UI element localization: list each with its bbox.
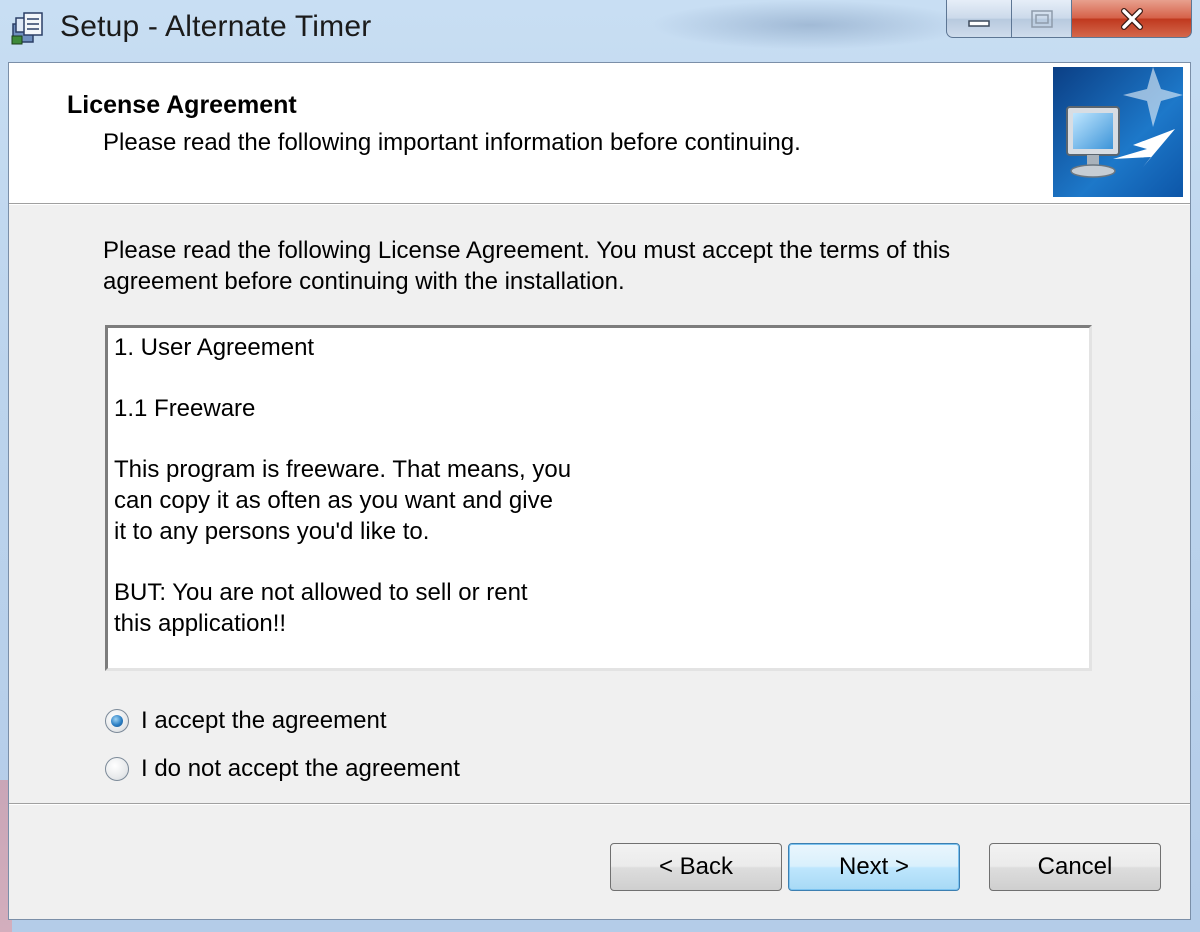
- close-icon: [1120, 7, 1143, 30]
- license-line: this application!!: [114, 610, 287, 637]
- close-button[interactable]: [1072, 0, 1192, 38]
- license-line: 1. User Agreement: [114, 334, 315, 361]
- next-button[interactable]: Next >: [788, 843, 960, 891]
- caption-buttons: [946, 0, 1196, 40]
- footer-divider: [9, 803, 1190, 805]
- wizard-header: License Agreement Please read the follow…: [9, 63, 1190, 204]
- license-line: 1.1 Freeware: [114, 395, 256, 422]
- back-button[interactable]: < Back: [610, 843, 782, 891]
- instructions-line-1: Please read the following License Agreem…: [103, 237, 951, 264]
- title-bar[interactable]: Setup - Alternate Timer: [0, 0, 1200, 58]
- window-title: Setup - Alternate Timer: [60, 10, 372, 43]
- decline-radio-label[interactable]: I do not accept the agreement: [141, 755, 460, 783]
- page-title: License Agreement: [67, 91, 297, 119]
- license-text-box[interactable]: 1. User Agreement 1.1 Freeware This prog…: [105, 325, 1092, 671]
- decline-radio-option[interactable]: I do not accept the agreement: [105, 755, 460, 783]
- computer-monitor-arrow-icon: [1053, 67, 1183, 197]
- accept-radio-label[interactable]: I accept the agreement: [141, 707, 386, 735]
- license-line: BUT: You are not allowed to sell or rent: [114, 579, 528, 606]
- decline-radio-button[interactable]: [105, 757, 129, 781]
- accept-radio-button[interactable]: [105, 709, 129, 733]
- maximize-button[interactable]: [1012, 0, 1072, 38]
- header-divider: [9, 204, 1190, 205]
- maximize-icon: [1030, 9, 1053, 28]
- setup-installer-icon[interactable]: [10, 10, 46, 46]
- license-line: This program is freeware. That means, yo…: [114, 456, 572, 483]
- minimize-button[interactable]: [946, 0, 1012, 38]
- instructions-text: Please read the following License Agreem…: [103, 235, 1083, 297]
- license-line: it to any persons you'd like to.: [114, 518, 430, 545]
- window-frame: Setup - Alternate Timer License Agreemen…: [0, 0, 1200, 932]
- wizard-client-area: License Agreement Please read the follow…: [8, 62, 1191, 920]
- page-subtitle: Please read the following important info…: [103, 129, 801, 156]
- minimize-icon: [968, 19, 990, 27]
- license-line: can copy it as often as you want and giv…: [114, 487, 553, 514]
- accept-radio-option[interactable]: I accept the agreement: [105, 707, 386, 735]
- instructions-line-2: agreement before continuing with the ins…: [103, 268, 625, 295]
- cancel-button[interactable]: Cancel: [989, 843, 1161, 891]
